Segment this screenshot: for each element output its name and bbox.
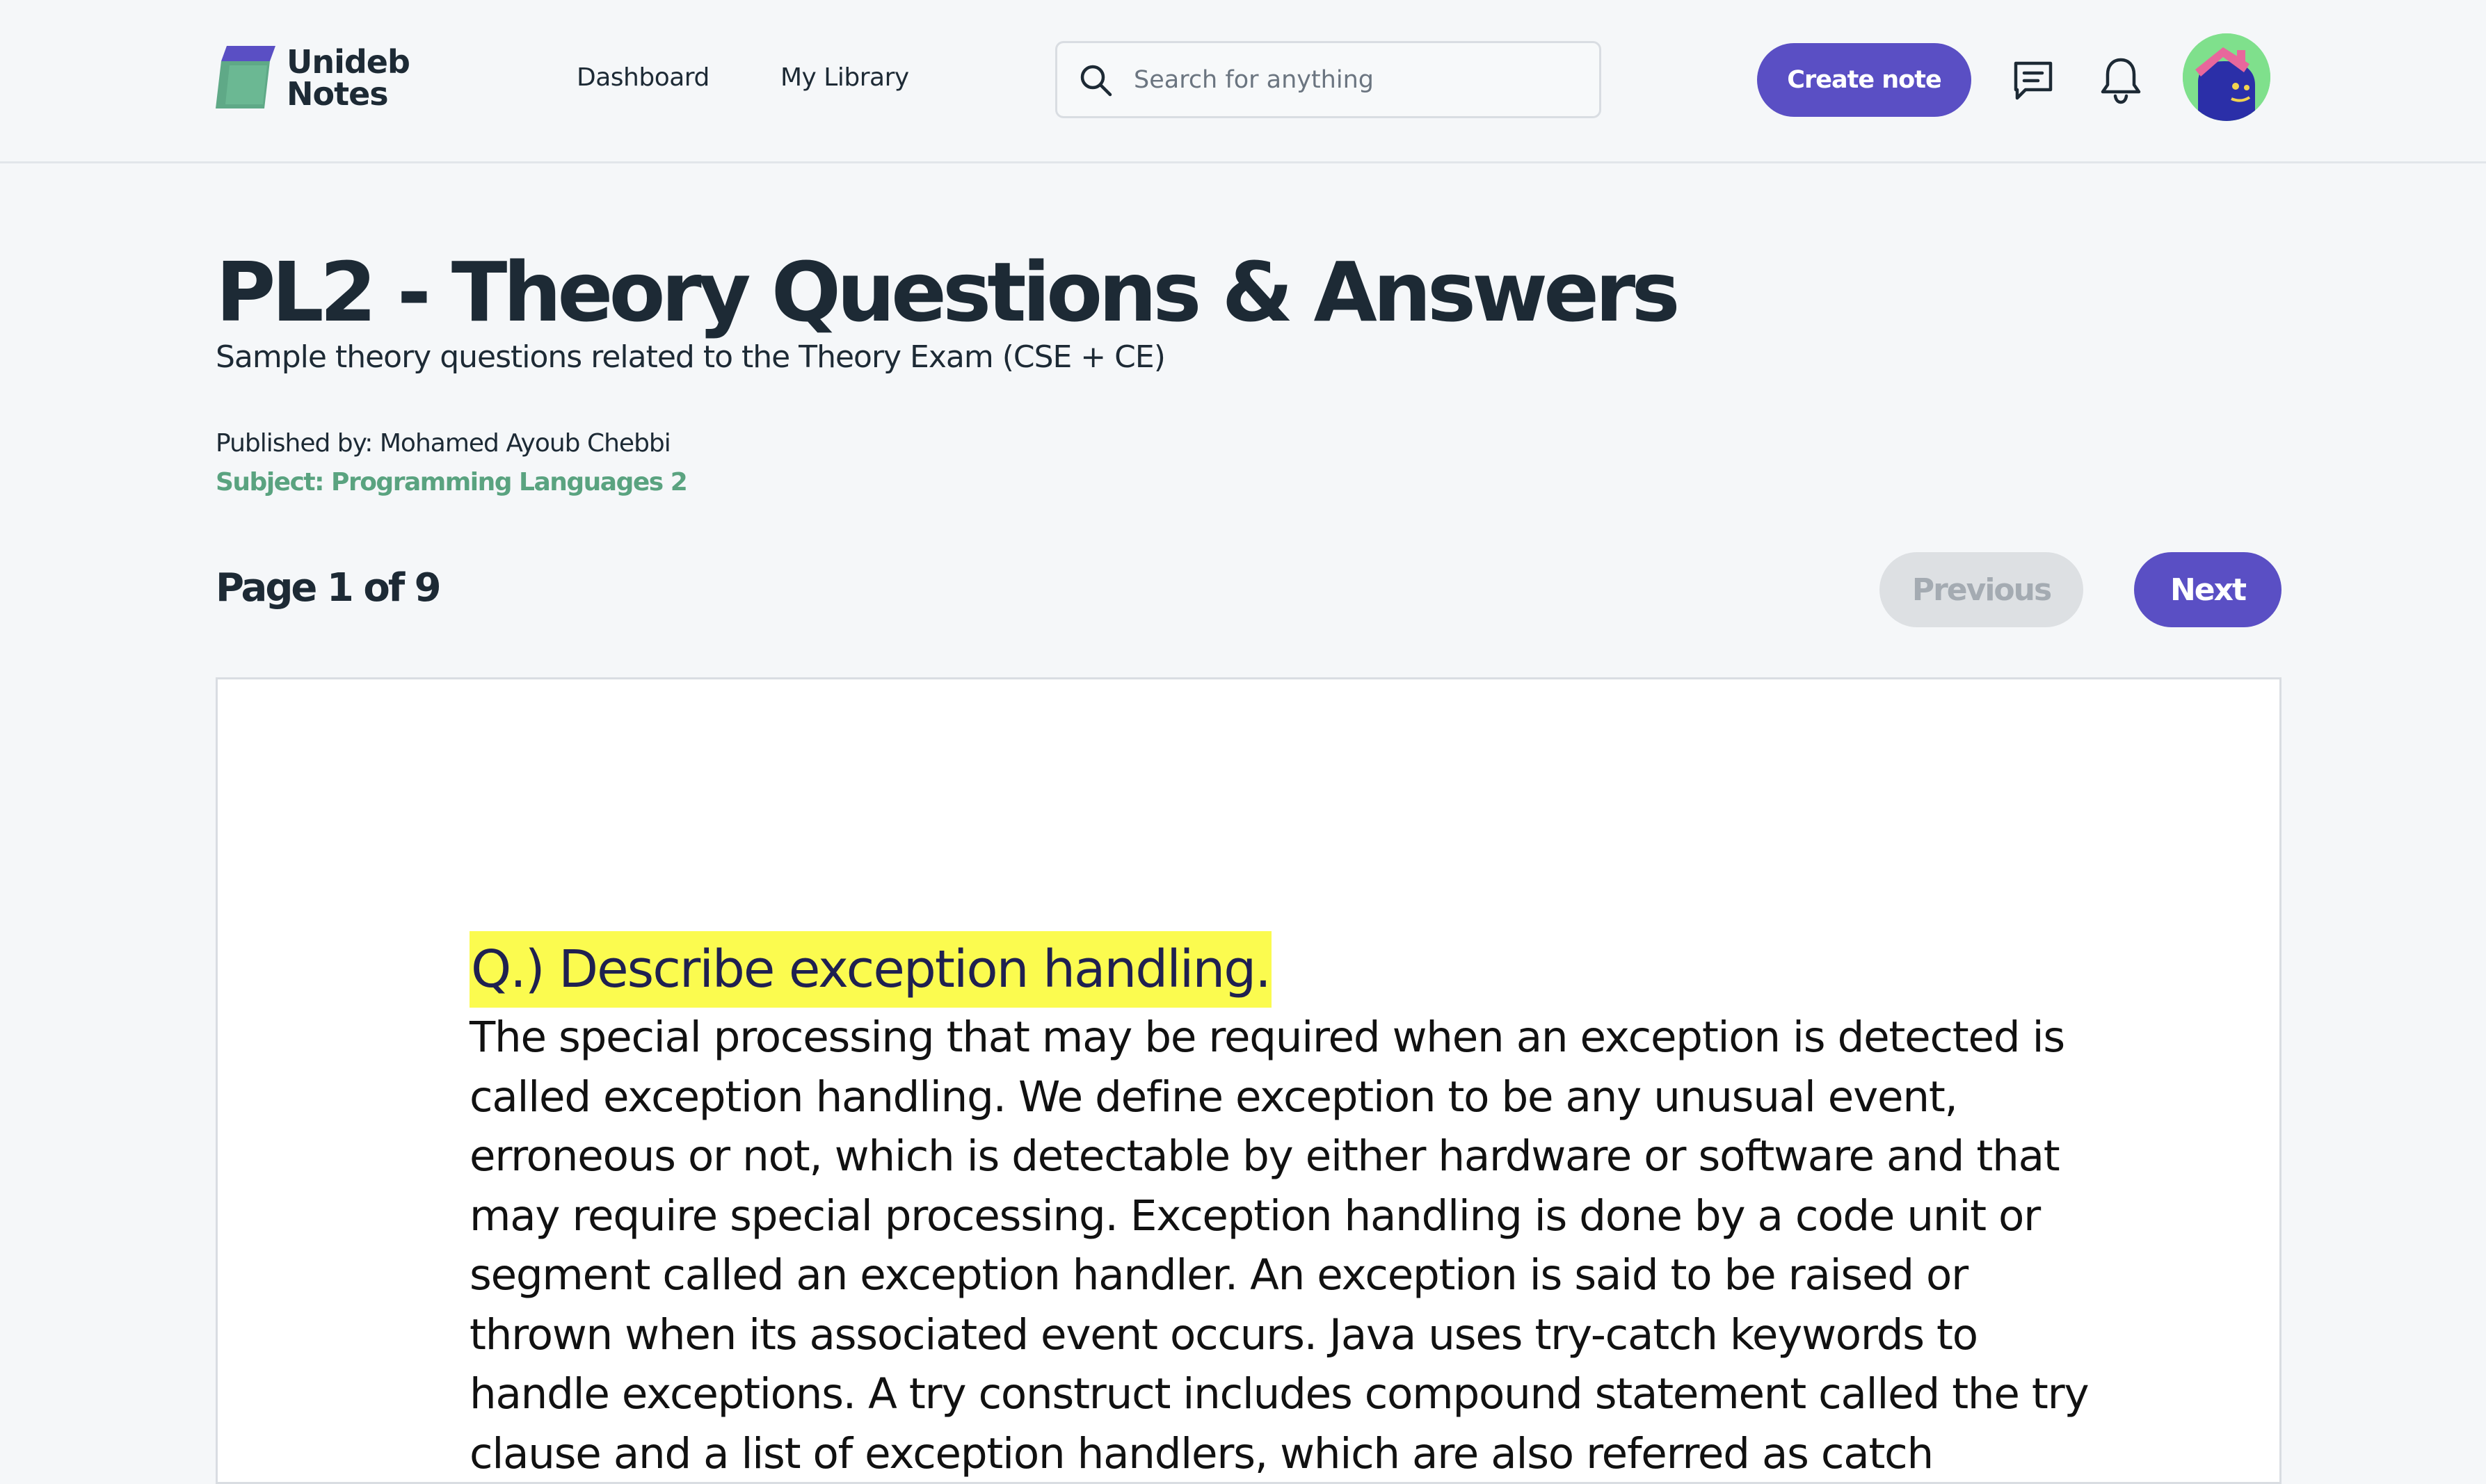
page-counter: Page 1 of 9 bbox=[216, 565, 442, 611]
page-title: PL2 - Theory Questions & Answers bbox=[216, 244, 1681, 340]
answer-line: segment called an exception handler. An … bbox=[470, 1250, 1968, 1300]
answer-line: may require special processing. Exceptio… bbox=[470, 1191, 2041, 1241]
document-viewer[interactable]: Q.) Describe exception handling. The spe… bbox=[216, 677, 2281, 1484]
nav-my-library-link[interactable]: My Library bbox=[780, 63, 909, 93]
user-avatar[interactable] bbox=[2183, 33, 2270, 121]
subject-link[interactable]: Subject: Programming Languages 2 bbox=[216, 467, 688, 498]
nav-dashboard-link[interactable]: Dashboard bbox=[577, 63, 709, 93]
search-bar[interactable] bbox=[1055, 41, 1601, 118]
previous-button[interactable]: Previous bbox=[1879, 552, 2083, 627]
avatar-illustration-icon bbox=[2183, 33, 2270, 121]
answer-line: handle exceptions. A try construct inclu… bbox=[470, 1369, 2090, 1419]
answer-line: The special processing that may be requi… bbox=[470, 1013, 2065, 1062]
logo-line-2: Notes bbox=[287, 75, 389, 113]
answer-text: The special processing that may be requi… bbox=[470, 1008, 2090, 1482]
answer-line: called exception handling. We define exc… bbox=[470, 1072, 1958, 1122]
search-icon bbox=[1080, 65, 1112, 97]
logo-line-1: Unideb bbox=[287, 43, 410, 81]
next-button[interactable]: Next bbox=[2134, 552, 2281, 627]
question-heading: Q.) Describe exception handling. bbox=[470, 931, 1272, 1008]
message-icon[interactable] bbox=[2010, 58, 2056, 104]
bell-icon[interactable] bbox=[2099, 56, 2142, 106]
search-input[interactable] bbox=[1134, 60, 1579, 100]
page-subtitle: Sample theory questions related to the T… bbox=[216, 339, 1166, 375]
document-page-content: Q.) Describe exception handling. The spe… bbox=[470, 931, 2090, 1482]
create-note-button[interactable]: Create note bbox=[1757, 43, 1971, 117]
top-navbar: Unideb Notes Dashboard My Library Create… bbox=[0, 0, 2486, 163]
logo-text: Unideb Notes bbox=[287, 46, 410, 110]
answer-line: clause and a list of exception handlers,… bbox=[470, 1428, 1934, 1478]
published-by: Published by: Mohamed Ayoub Chebbi bbox=[216, 429, 671, 458]
answer-line: thrown when its associated event occurs.… bbox=[470, 1309, 1978, 1360]
notebook-logo-icon bbox=[216, 46, 275, 108]
answer-line: erroneous or not, which is detectable by… bbox=[470, 1131, 2060, 1181]
unideb-notes-logo[interactable]: Unideb Notes bbox=[216, 46, 417, 110]
